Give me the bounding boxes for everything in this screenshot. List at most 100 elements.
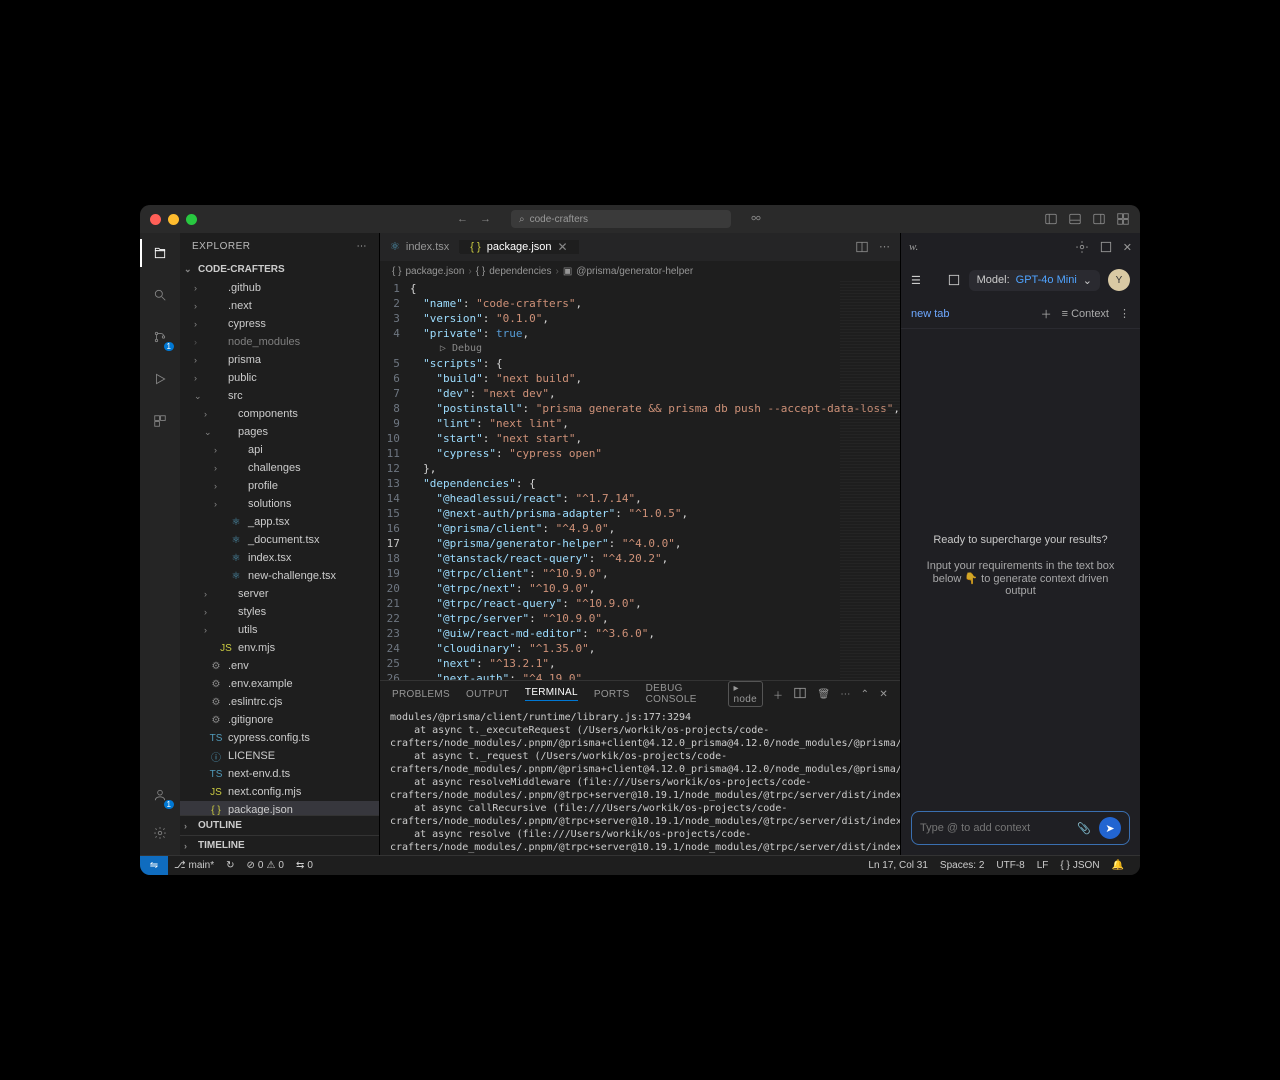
source-control-activity[interactable]: 1: [148, 325, 172, 349]
breadcrumb[interactable]: { }package.json› { }dependencies› ▣@pris…: [380, 261, 900, 281]
eol-status[interactable]: LF: [1031, 860, 1055, 871]
notifications-icon[interactable]: 🔔: [1106, 860, 1130, 871]
file-item[interactable]: ⚙.eslintrc.cjs: [180, 693, 379, 711]
folder-item[interactable]: ›cypress: [180, 315, 379, 333]
panel-more-icon[interactable]: ⋯: [840, 689, 850, 700]
tab-debug-console[interactable]: DEBUG CONSOLE: [646, 683, 712, 705]
close-tab-icon[interactable]: ✕: [558, 240, 568, 254]
file-item[interactable]: ⚛index.tsx: [180, 549, 379, 567]
folder-item[interactable]: ⌄pages: [180, 423, 379, 441]
editor-tab[interactable]: ⚛index.tsx: [380, 240, 460, 253]
layout-toggle-right-icon[interactable]: [1092, 212, 1106, 226]
debug-codelens[interactable]: ▷ Debug: [410, 341, 900, 356]
editor-tab[interactable]: { }package.json✕: [460, 240, 578, 254]
folder-item[interactable]: ›public: [180, 369, 379, 387]
nav-forward-icon[interactable]: →: [480, 213, 491, 225]
file-item[interactable]: ⚙.env.example: [180, 675, 379, 693]
file-item[interactable]: TScypress.config.ts: [180, 729, 379, 747]
settings-gear-icon[interactable]: [148, 821, 172, 845]
problems-status[interactable]: ⊘0 ⚠0: [241, 860, 290, 871]
tab-output[interactable]: OUTPUT: [466, 689, 509, 700]
file-item[interactable]: TSnext-env.d.ts: [180, 765, 379, 783]
folder-item[interactable]: ›profile: [180, 477, 379, 495]
folder-item[interactable]: ›server: [180, 585, 379, 603]
folder-item[interactable]: ›.github: [180, 279, 379, 297]
file-item[interactable]: { }package.json: [180, 801, 379, 815]
cursor-position[interactable]: Ln 17, Col 31: [862, 860, 934, 871]
timeline-section[interactable]: ›TIMELINE: [180, 835, 379, 855]
explorer-more-icon[interactable]: ⋯: [357, 241, 368, 252]
ai-close-icon[interactable]: ✕: [1123, 241, 1132, 254]
run-debug-activity[interactable]: [148, 367, 172, 391]
ai-menu-icon[interactable]: ☰: [911, 274, 921, 287]
outline-section[interactable]: ›OUTLINE: [180, 815, 379, 835]
remote-indicator[interactable]: ⇋: [140, 856, 168, 875]
kill-terminal-icon[interactable]: 🗑: [817, 689, 830, 700]
tab-problems[interactable]: PROBLEMS: [392, 689, 450, 700]
extensions-activity[interactable]: [148, 409, 172, 433]
folder-item[interactable]: ›challenges: [180, 459, 379, 477]
split-terminal-icon[interactable]: [793, 686, 807, 703]
split-editor-icon[interactable]: [855, 240, 869, 254]
layout-toggle-left-icon[interactable]: [1044, 212, 1058, 226]
file-item[interactable]: ⚛_app.tsx: [180, 513, 379, 531]
close-panel-icon[interactable]: ✕: [879, 689, 888, 700]
folder-item[interactable]: ›prisma: [180, 351, 379, 369]
close-window[interactable]: [150, 214, 161, 225]
file-item[interactable]: JSnext.config.mjs: [180, 783, 379, 801]
maximize-panel-icon[interactable]: ⌃: [861, 689, 870, 700]
ai-add-tab-icon[interactable]: ＋: [1041, 306, 1052, 322]
maximize-window[interactable]: [186, 214, 197, 225]
code-editor[interactable]: 1234 56789101112131415161718192021222324…: [380, 281, 900, 680]
folder-item[interactable]: ›utils: [180, 621, 379, 639]
file-item[interactable]: ⚙.env: [180, 657, 379, 675]
git-branch[interactable]: ⎇main*: [168, 860, 220, 871]
minimize-window[interactable]: [168, 214, 179, 225]
folder-item[interactable]: ›components: [180, 405, 379, 423]
file-item[interactable]: ⚛new-challenge.tsx: [180, 567, 379, 585]
customize-layout-icon[interactable]: [1116, 212, 1130, 226]
ai-tab-more-icon[interactable]: ⋮: [1119, 307, 1130, 320]
ai-text-input[interactable]: [920, 822, 1069, 834]
file-item[interactable]: ⚙.gitignore: [180, 711, 379, 729]
ai-input[interactable]: 📎 ➤: [911, 811, 1130, 845]
folder-item[interactable]: ›solutions: [180, 495, 379, 513]
send-button[interactable]: ➤: [1099, 817, 1121, 839]
tab-terminal[interactable]: TERMINAL: [525, 687, 578, 701]
indent-status[interactable]: Spaces: 2: [934, 860, 990, 871]
terminal-shell-label[interactable]: ▸ node: [728, 681, 763, 707]
tab-ports[interactable]: PORTS: [594, 689, 630, 700]
ai-context-button[interactable]: ≡ Context: [1062, 308, 1109, 320]
ai-new-tab[interactable]: new tab: [911, 308, 950, 320]
file-item[interactable]: ⚛_document.tsx: [180, 531, 379, 549]
model-selector[interactable]: Model: GPT-4o Mini ⌄: [969, 270, 1100, 291]
ai-expand-icon[interactable]: [1099, 240, 1113, 254]
ports-status[interactable]: ⇆0: [290, 860, 319, 871]
minimap[interactable]: [840, 281, 900, 680]
file-item[interactable]: ⓘLICENSE: [180, 747, 379, 765]
ai-settings-icon[interactable]: [1075, 240, 1089, 254]
layout-toggle-bottom-icon[interactable]: [1068, 212, 1082, 226]
folder-item[interactable]: ›node_modules: [180, 333, 379, 351]
explorer-activity[interactable]: [148, 241, 172, 265]
folder-item[interactable]: ›api: [180, 441, 379, 459]
new-terminal-icon[interactable]: ＋: [773, 687, 783, 702]
folder-item[interactable]: ›styles: [180, 603, 379, 621]
language-mode[interactable]: { } JSON: [1054, 860, 1105, 871]
copilot-icon[interactable]: [749, 211, 763, 228]
user-avatar[interactable]: Y: [1108, 269, 1130, 291]
tab-more-icon[interactable]: ⋯: [879, 240, 890, 254]
nav-back-icon[interactable]: ←: [457, 213, 468, 225]
ai-toggle-icon[interactable]: [947, 273, 961, 287]
terminal-body[interactable]: modules/@prisma/client/runtime/library.j…: [380, 707, 900, 855]
accounts-icon[interactable]: 1: [148, 783, 172, 807]
attach-icon[interactable]: 📎: [1077, 822, 1091, 835]
encoding-status[interactable]: UTF-8: [990, 860, 1030, 871]
folder-item[interactable]: ›.next: [180, 297, 379, 315]
search-activity[interactable]: [148, 283, 172, 307]
command-center[interactable]: ⌕ code-crafters: [511, 210, 731, 228]
file-item[interactable]: JSenv.mjs: [180, 639, 379, 657]
sync-button[interactable]: ↻: [220, 860, 240, 871]
folder-item[interactable]: ⌄src: [180, 387, 379, 405]
workspace-section[interactable]: ⌄ CODE-CRAFTERS: [180, 259, 379, 279]
